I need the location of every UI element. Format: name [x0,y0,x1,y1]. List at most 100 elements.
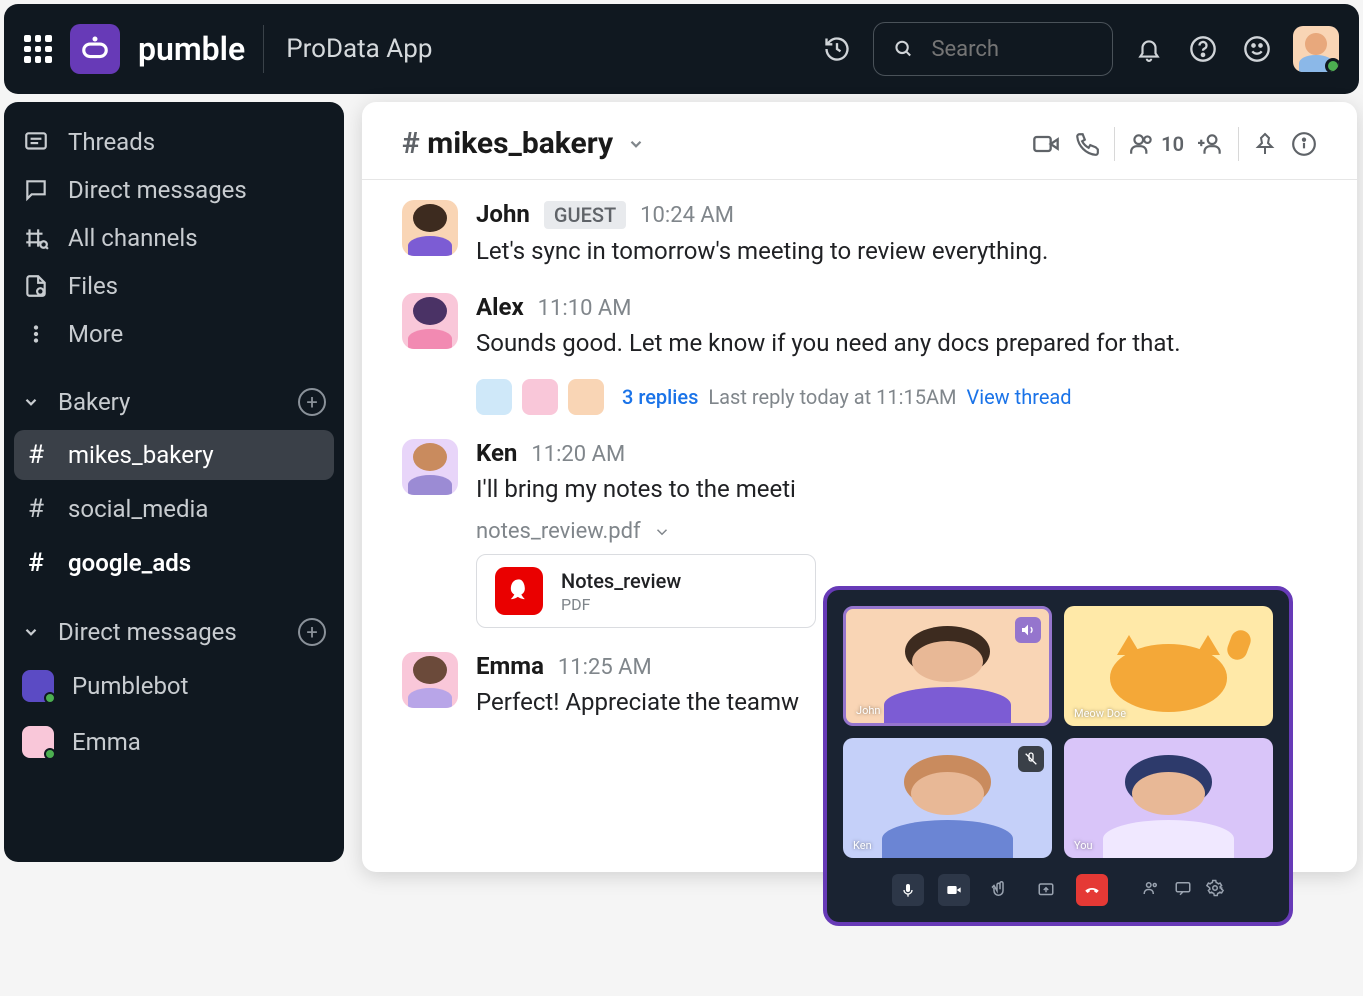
file-attachment[interactable]: Notes_reviewPDF [476,554,816,628]
more-icon [22,320,50,348]
message-avatar [402,439,458,495]
dm-name: Emma [72,728,141,756]
chevron-down-icon [22,393,40,411]
audio-call-icon[interactable] [1074,131,1100,157]
add-member-icon[interactable] [1198,131,1224,157]
emoji-icon[interactable] [1239,31,1275,67]
chevron-down-icon [22,623,40,641]
participant-name: John [856,704,880,717]
dm-avatar [22,670,54,702]
file-label-row: notes_review.pdf [476,519,1317,544]
nav-threads[interactable]: Threads [14,118,334,166]
dm-avatar [22,726,54,758]
video-call-overlay[interactable]: John Meow Doe Ken You [823,586,1293,926]
nav-files[interactable]: Files [14,262,334,310]
message-author[interactable]: Alex [476,293,524,321]
section-header[interactable]: Bakery + [14,378,334,426]
thread-avatar [476,379,512,415]
channel-name: mikes_bakery [68,441,214,469]
call-controls [843,874,1273,906]
participants-icon[interactable] [1142,879,1160,901]
hash-icon: # [22,494,50,524]
notifications-icon[interactable] [1131,31,1167,67]
files-icon [22,272,50,300]
message-time: 10:24 AM [640,203,734,228]
pin-icon[interactable] [1253,132,1277,156]
dm-item[interactable]: Emma [14,716,334,768]
section-title: Bakery [58,388,130,416]
call-participant-tile[interactable]: Ken [843,738,1052,858]
nav-label: Files [68,272,118,300]
add-icon[interactable]: + [298,618,326,646]
add-icon[interactable]: + [298,388,326,416]
view-thread-link[interactable]: View thread [966,385,1071,409]
message-time: 11:20 AM [531,442,625,467]
channel-item[interactable]: # social_media [14,484,334,534]
nav-label: Direct messages [68,176,247,204]
call-participant-tile[interactable]: You [1064,738,1273,858]
top-bar: pumble ProData App [4,4,1359,94]
raise-hand-button[interactable] [984,874,1016,906]
reply-count: 3 replies [622,385,698,409]
search-input[interactable] [931,37,1092,62]
participant-name: Ken [853,839,872,852]
channel-name: social_media [68,495,208,523]
hash-icon: # [22,548,50,578]
speaking-icon [1015,617,1041,643]
screen-share-button[interactable] [1030,874,1062,906]
nav-channels[interactable]: All channels [14,214,334,262]
thread-info[interactable]: 3 replies Last reply today at 11:15AM Vie… [476,379,1317,415]
apps-grid-icon[interactable] [24,35,52,63]
message-author[interactable]: Emma [476,652,544,680]
chevron-down-icon[interactable] [653,523,671,541]
mic-button[interactable] [892,874,924,906]
message-text: I'll bring my notes to the meeti [476,471,1317,507]
message-author[interactable]: John [476,200,530,228]
nav-label: All channels [68,224,198,252]
history-icon[interactable] [819,31,855,67]
channel-title[interactable]: # mikes_bakery [402,126,613,161]
message-avatar [402,200,458,256]
call-participant-tile[interactable]: John [843,606,1052,726]
settings-icon[interactable] [1206,879,1224,901]
participant-name: You [1074,839,1093,852]
section-header[interactable]: Direct messages + [14,608,334,656]
message-text: Let's sync in tomorrow's meeting to revi… [476,233,1317,269]
video-call-icon[interactable] [1032,130,1060,158]
member-count[interactable]: 10 [1129,131,1184,157]
channel-item[interactable]: #google_ads [14,538,334,588]
last-reply: Last reply today at 11:15AM [708,385,956,409]
file-label: notes_review.pdf [476,519,641,544]
search-box[interactable] [873,22,1113,76]
separator [263,25,264,73]
sidebar: Threads Direct messages All channels Files M… [4,102,344,862]
help-icon[interactable] [1185,31,1221,67]
brand-logo-icon [70,24,120,74]
chevron-down-icon[interactable] [627,135,645,153]
end-call-button[interactable] [1076,874,1108,906]
dm-icon [22,176,50,204]
workspace-name[interactable]: ProData App [286,34,432,64]
message-avatar [402,652,458,708]
channel-item[interactable]: # mikes_bakery [14,430,334,480]
call-participant-tile[interactable]: Meow Doe [1064,606,1273,726]
hash-icon: # [22,440,50,470]
nav-more[interactable]: More [14,310,334,358]
info-icon[interactable] [1291,131,1317,157]
message: John GUEST 10:24 AM Let's sync in tomorrow'… [402,200,1317,269]
message-time: 11:25 AM [558,655,652,680]
thread-avatar [522,379,558,415]
section-title: Direct messages [58,618,237,646]
nav-dm[interactable]: Direct messages [14,166,334,214]
camera-button[interactable] [938,874,970,906]
brand-name: pumble [138,30,245,68]
guest-badge: GUEST [544,201,626,229]
file-name: Notes_review [561,569,681,593]
message-author[interactable]: Ken [476,439,517,467]
chat-icon[interactable] [1174,879,1192,901]
nav-label: More [68,320,123,348]
threads-icon [22,128,50,156]
channel-header: # mikes_bakery 10 [362,102,1357,180]
user-avatar[interactable] [1293,26,1339,72]
dm-item[interactable]: Pumblebot [14,660,334,712]
